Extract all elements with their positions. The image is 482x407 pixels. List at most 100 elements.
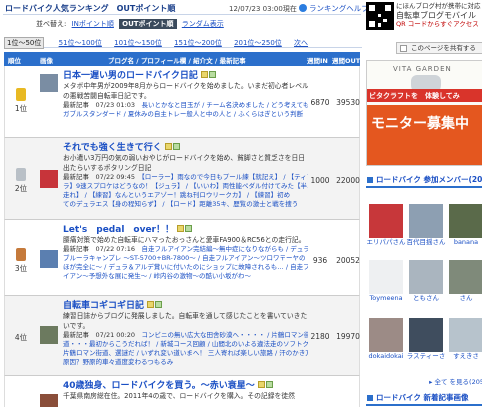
member-avatar <box>409 318 443 352</box>
recent-articles: 最新記事 07/22 09:45 【ローラー】雨なので今日もプール練【就記え】 … <box>63 173 308 182</box>
recent-article-link[interactable]: 道・・・最初からこうだれば！ / 新城コース回顧 / 山間北のいよる違法走のソフ… <box>63 340 308 349</box>
range-link[interactable]: 101位〜150位 <box>114 38 162 48</box>
weekly-out-value: 19970 <box>336 332 360 341</box>
member-avatar <box>449 260 482 294</box>
recent-article-link[interactable]: 片鶴ロマン街道、選謎だ / いずれ変い道いまへ！ 三人寄れば楽しい旅路 / 汗の… <box>63 349 308 358</box>
blog-badges <box>257 381 273 390</box>
recent-article-link[interactable]: 自走フルアイアン完結編〜無中症になりながらも / デュラ <box>142 245 308 253</box>
member-item[interactable]: Toymeena <box>366 260 406 303</box>
blog-thumbnail[interactable] <box>40 74 58 92</box>
range-link[interactable]: 51位〜100位 <box>59 38 102 48</box>
recent-article-link[interactable]: ほが完全に〜 / デュラ＆アルデ賞いに付いたのにショップに故障されるも… / 自… <box>63 263 308 272</box>
member-name: すえきさ <box>453 352 479 360</box>
mobile-line2[interactable]: 自転車ブログモバイル <box>396 11 482 20</box>
blog-thumbnail-cell <box>40 220 62 295</box>
ad-main-block: モニター募集中 <box>367 105 482 165</box>
member-name: banana <box>453 238 479 246</box>
ad-strip-text: ビタクラフトを 体験してみ <box>369 92 460 100</box>
range-current: 1位〜50位 <box>4 37 45 49</box>
recent-article-link[interactable]: コンビニの無い広大な田舎砂漠へ・・・・ / 片鶴ロマン街 <box>142 331 308 339</box>
blog-title-link[interactable]: Let's pedal over！！ <box>63 222 174 235</box>
weekly-out-value: 20052 <box>336 256 360 265</box>
blog-body: Let's pedal over！！ 腰痛対策で始めた自転車にハマったおっさんと… <box>63 222 308 281</box>
blog-thumbnail[interactable] <box>40 326 58 344</box>
blog-body: それでも強く生きて行く お小遣い3万円の気の弱いおやじがロードバイクを始め、貧脚… <box>63 140 308 209</box>
recent-article-link[interactable]: 【ローラー】雨なので今日もプール練【就記え】 / 【ティアグ <box>142 173 308 181</box>
favorite-icon[interactable] <box>172 143 180 150</box>
rank-value: 4位 <box>14 333 28 342</box>
mobile-line1: にほんブログ村が携帯に対応 <box>396 2 481 10</box>
blog-thumbnail[interactable] <box>40 250 58 268</box>
blog-title-link[interactable]: それでも強く生きて行く <box>63 140 162 153</box>
recent-article-link[interactable]: 走れ】 / 【練習】なんというエアゾー！跳ね刊ロウリークカ】 / 【練習】初め <box>63 191 308 200</box>
favorite-icon[interactable] <box>185 225 192 232</box>
favorite-icon[interactable] <box>265 381 273 388</box>
range-link[interactable]: 151位〜200位 <box>174 38 222 48</box>
ad-brand: VITA GARDEN <box>393 65 452 73</box>
sort-controls: 並べ替え: INポイント順 OUTポイント順 ランダム表示 <box>36 19 227 29</box>
recent-article-link[interactable]: イアン〜予想外な展に発生〜 / 峠内谷の激物〜の酷い小坂がわ〜 <box>63 272 308 281</box>
member-item[interactable]: ともさん <box>406 260 446 303</box>
ad-banner[interactable]: VITA GARDEN ビタクラフトを 体験してみ モニター募集中 <box>366 60 482 166</box>
rss-icon[interactable] <box>200 71 208 78</box>
rss-icon[interactable] <box>177 225 184 232</box>
blog-thumbnail-cell <box>40 138 62 219</box>
member-name: ともさん <box>413 294 439 302</box>
member-item[interactable]: dokaidokai <box>366 318 406 361</box>
recent-article-link[interactable]: ラ】9速スプロケはどうなの！【ジュラ】 / 【いいわ】両性能ペダル付けてみた【半… <box>63 182 308 191</box>
members-title: ロードバイク 参加メンバー(205 <box>376 175 482 184</box>
all-members-link[interactable]: ▸ 全て を見る(205 <box>366 376 482 386</box>
sidebar: にほんブログ村が携帯に対応 自転車ブログモバイル QR コードからすぐアクセス … <box>364 0 482 407</box>
col-image: 画像 <box>40 57 53 65</box>
rank-cell: 1位 <box>5 66 37 137</box>
member-item[interactable]: banana <box>446 204 482 247</box>
recent-date: 最新記事 07/21 00:20 <box>63 331 136 339</box>
blog-title-link[interactable]: 自転車コギコギ日記 <box>63 298 144 311</box>
recent-article-link[interactable]: 長いとかなと目玉が / チーム名決めました / どう考えても <box>142 101 308 109</box>
member-name: 百代目揺さん <box>406 238 446 246</box>
blog-title-link[interactable]: 40歳独身、ロードバイクを買う。〜赤い衰星〜 <box>63 378 255 391</box>
next-link[interactable]: 次へ <box>294 38 308 48</box>
qr-code-icon[interactable] <box>366 2 394 30</box>
sort-random-link[interactable]: ランダム表示 <box>182 19 224 29</box>
sort-in-link[interactable]: INポイント順 <box>72 19 114 29</box>
recent-date: 最新記事 07/23 01:03 <box>63 101 136 109</box>
member-name: dokaidokai <box>368 352 404 360</box>
recent-article-link[interactable]: ガブルスタンダード / 夏休みの自主トレー般人と中の人と / ふくらはぎという判… <box>63 110 308 119</box>
rank-value: 2位 <box>14 184 28 193</box>
rss-icon[interactable] <box>164 143 172 150</box>
member-item[interactable]: エリパパさん <box>366 204 406 247</box>
blog-description: 千葉県南房総在住。2011年4の歳で、ロードバイクを購入。その記録を徒然 <box>63 392 295 400</box>
blog-description: の悪戦苦闘自転車日記です。 <box>63 92 151 100</box>
rss-icon[interactable] <box>257 381 265 388</box>
bronze-medal-icon <box>16 248 26 261</box>
recent-article-link[interactable]: 原因？野原的車々道度変わるつもるみ <box>63 358 308 367</box>
favorite-icon[interactable] <box>208 71 216 78</box>
favorite-icon[interactable] <box>155 301 163 308</box>
blog-thumbnail[interactable] <box>40 394 58 407</box>
weekly-in-value: 936 <box>312 256 328 265</box>
rank-value: 1位 <box>14 104 28 113</box>
help-link[interactable]: ランキングヘルプ <box>299 3 369 14</box>
blog-thumbnail-cell <box>40 296 62 375</box>
rss-icon[interactable] <box>147 301 155 308</box>
rank-cell: 4位 <box>5 296 37 375</box>
blog-description: メタボ中年男が2009年8月からロードバイクを始めました。いまだ初心者レベル <box>63 82 308 90</box>
gold-medal-icon <box>16 88 26 101</box>
member-item[interactable]: さん <box>446 260 482 303</box>
blog-thumbnail[interactable] <box>40 170 58 188</box>
share-page-label: このページを共有する <box>411 44 476 52</box>
share-page-button[interactable]: このページを共有する <box>396 42 482 54</box>
member-item[interactable]: ラスティーさ <box>406 318 446 361</box>
ad-strip: ビタクラフトを 体験してみ <box>367 89 482 102</box>
member-item[interactable]: すえきさ <box>446 318 482 361</box>
recent-article-link[interactable]: ブルーラキャンプレ 〜ST-5700+BR-7800〜 / 自走フルアイアン〜ツ… <box>63 254 308 263</box>
recent-article-link[interactable]: てのデュラエス【身の程知らず】 / 【ロード】距離35キ、歴覧の激士と戦を捜う <box>63 200 308 209</box>
member-avatar <box>409 260 443 294</box>
blog-title-link[interactable]: 日本一遅い男のロードバイク日記 <box>63 68 198 81</box>
member-item[interactable]: 百代目揺さん <box>406 204 446 247</box>
blog-description: お小遣い3万円の気の弱いおやじがロードバイクを始め、貧脚さと質乏さを日日 <box>63 154 306 162</box>
table-row: 4位 自転車コギコギ日記 練習日誌からブログに発展しました。自転車を通して感じた… <box>4 296 360 376</box>
member-avatar <box>369 260 403 294</box>
range-link[interactable]: 201位〜250位 <box>234 38 282 48</box>
